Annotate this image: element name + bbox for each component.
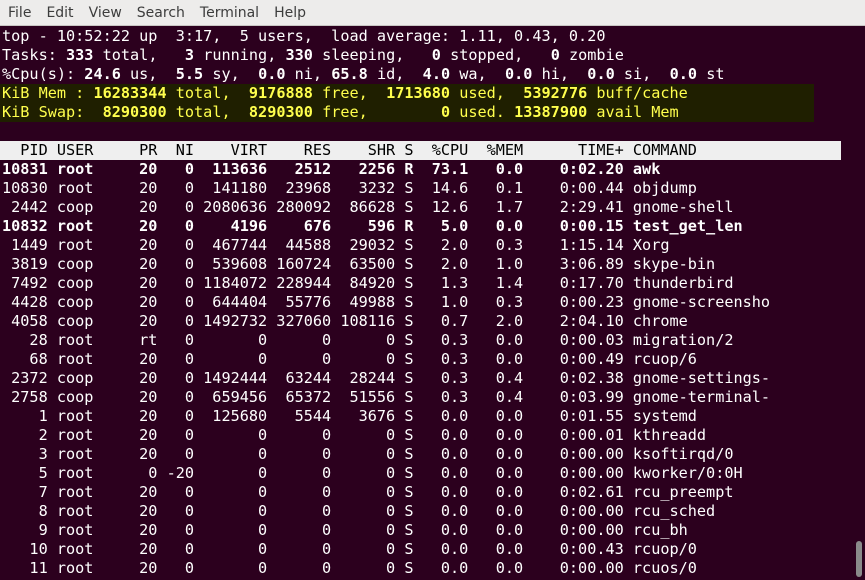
menu-help[interactable]: Help xyxy=(266,5,313,21)
column-header: PID USER PR NI VIRT RES SHR S %CPU %MEM … xyxy=(0,141,841,160)
table-row: 8 root 20 0 0 0 0 S 0.0 0.0 0:00.00 rcu_… xyxy=(2,502,716,520)
table-row: 2758 coop 20 0 659456 65372 51556 S 0.3 … xyxy=(2,388,771,406)
menu-search[interactable]: Search xyxy=(129,5,192,21)
terminal-output[interactable]: top - 10:52:22 up 3:17, 5 users, load av… xyxy=(0,27,853,580)
swap-line: KiB Swap: 8290300 total, 8290300 free, 0… xyxy=(0,103,814,122)
mem-line: KiB Mem : 16283344 total, 9176888 free, … xyxy=(0,84,814,103)
table-row: 4058 coop 20 0 1492732 327060 108116 S 0… xyxy=(2,312,688,330)
table-row: 68 root 20 0 0 0 0 S 0.3 0.0 0:00.49 rcu… xyxy=(2,350,697,368)
scrollbar-thumb[interactable] xyxy=(856,541,862,577)
table-row: 28 root rt 0 0 0 0 S 0.3 0.0 0:00.03 mig… xyxy=(2,331,734,349)
table-row: 10830 root 20 0 141180 23968 3232 S 14.6… xyxy=(2,179,697,197)
tasks-line: Tasks: 333 total, 3 running, 330 sleepin… xyxy=(2,46,624,64)
table-row: 5 root 0 -20 0 0 0 S 0.0 0.0 0:00.00 kwo… xyxy=(2,464,743,482)
table-row: 2 root 20 0 0 0 0 S 0.0 0.0 0:00.01 kthr… xyxy=(2,426,707,444)
menu-view[interactable]: View xyxy=(81,5,129,21)
table-row: 1449 root 20 0 467744 44588 29032 S 2.0 … xyxy=(2,236,670,254)
table-row: 7492 coop 20 0 1184072 228944 84920 S 1.… xyxy=(2,274,734,292)
uptime-line: top - 10:52:22 up 3:17, 5 users, load av… xyxy=(2,27,606,45)
menu-file[interactable]: File xyxy=(0,5,38,21)
menu-edit[interactable]: Edit xyxy=(38,5,80,21)
table-row: 3819 coop 20 0 539608 160724 63500 S 2.0… xyxy=(2,255,716,273)
table-row: 2372 coop 20 0 1492444 63244 28244 S 0.3… xyxy=(2,369,771,387)
table-row: 9 root 20 0 0 0 0 S 0.0 0.0 0:00.00 rcu_… xyxy=(2,521,688,539)
table-row: 3 root 20 0 0 0 0 S 0.0 0.0 0:00.00 ksof… xyxy=(2,445,734,463)
table-row: 4428 coop 20 0 644404 55776 49988 S 1.0 … xyxy=(2,293,771,311)
process-list: 10831 root 20 0 113636 2512 2256 R 73.1 … xyxy=(0,160,853,578)
table-row: 1 root 20 0 125680 5544 3676 S 0.0 0.0 0… xyxy=(2,407,697,425)
table-row: 10832 root 20 0 4196 676 596 R 5.0 0.0 0… xyxy=(2,217,743,235)
table-row: 7 root 20 0 0 0 0 S 0.0 0.0 0:02.61 rcu_… xyxy=(2,483,734,501)
menu-terminal[interactable]: Terminal xyxy=(192,5,266,21)
table-row: 10831 root 20 0 113636 2512 2256 R 73.1 … xyxy=(2,160,661,178)
menu-bar: File Edit View Search Terminal Help xyxy=(0,0,865,26)
table-row: 2442 coop 20 0 2080636 280092 86628 S 12… xyxy=(2,198,734,216)
table-row: 10 root 20 0 0 0 0 S 0.0 0.0 0:00.43 rcu… xyxy=(2,540,697,558)
scrollbar-track[interactable] xyxy=(853,27,865,580)
table-row: 11 root 20 0 0 0 0 S 0.0 0.0 0:00.00 rcu… xyxy=(2,559,697,577)
cpu-line: %Cpu(s): 24.6 us, 5.5 sy, 0.0 ni, 65.8 i… xyxy=(2,65,725,83)
